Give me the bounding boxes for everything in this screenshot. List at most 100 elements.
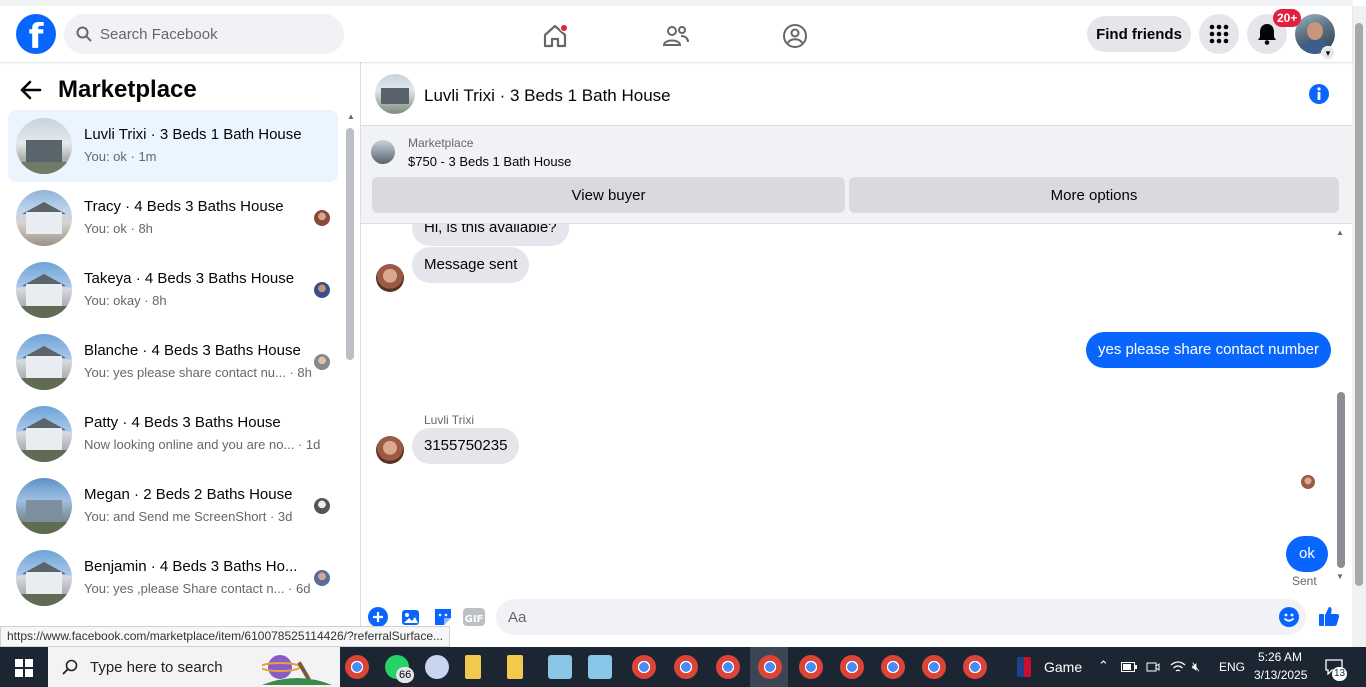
page-title: Marketplace <box>58 76 197 103</box>
plus-icon[interactable] <box>368 607 388 627</box>
link-status-url: https://www.facebook.com/marketplace/ite… <box>0 626 451 647</box>
sender-avatar[interactable] <box>376 264 404 292</box>
scroll-up-arrow[interactable]: ▲ <box>1336 228 1344 237</box>
conversation-item[interactable]: Benjamin · 4 Beds 3 Baths Ho... You: yes… <box>8 542 338 614</box>
chevron-down-icon[interactable]: ▾ <box>1321 46 1335 60</box>
listing-thumbnail <box>16 406 72 462</box>
home-notification-dot <box>560 24 568 32</box>
back-arrow-icon[interactable] <box>20 80 42 100</box>
listing-thumbnail <box>16 190 72 246</box>
chrome-profile-icon[interactable] <box>799 655 823 679</box>
chat-listing-thumbnail[interactable] <box>375 74 415 114</box>
sticker-icon[interactable] <box>433 607 453 627</box>
groups-tab[interactable] <box>777 18 813 54</box>
listing-thumbnail <box>16 478 72 534</box>
more-options-button[interactable]: More options <box>849 177 1339 213</box>
chat-panel: Luvli Trixi · 3 Beds 1 Bath House Market… <box>361 62 1352 647</box>
conversation-preview: You: ok · 8h <box>84 221 153 236</box>
chrome-profile-icon[interactable] <box>758 655 782 679</box>
whatsapp-badge: 66 <box>396 667 415 683</box>
chrome-icon[interactable] <box>345 655 369 679</box>
taskbar-search-placeholder: Type here to search <box>90 658 223 676</box>
message-input[interactable] <box>496 599 1306 635</box>
search-input[interactable] <box>100 25 320 43</box>
page-scrollbar-thumb[interactable] <box>1355 23 1363 586</box>
volume-muted-icon[interactable]: 🔇︎ <box>1192 659 1200 675</box>
conversation-item[interactable]: Patty · 4 Beds 3 Baths House Now looking… <box>8 398 338 470</box>
game-widget-label[interactable]: Game <box>1044 659 1082 675</box>
clock-date[interactable]: 3/13/2025 <box>1254 668 1307 682</box>
sidebar-scrollbar[interactable] <box>346 128 354 360</box>
conversation-preview: You: okay · 8h <box>84 293 167 308</box>
conversation-preview: You: ok · 1m <box>84 149 157 164</box>
emoji-icon[interactable] <box>1279 607 1299 627</box>
conversation-title: Luvli Trixi · 3 Beds 1 Bath House <box>84 126 302 143</box>
message-thread: Hi, is this available? Message sent yes … <box>361 224 1352 589</box>
notification-count: 13 <box>1332 667 1348 681</box>
friends-tab[interactable] <box>658 18 694 54</box>
windows-taskbar: Type here to search 66 Game ⌃ 🔇︎ ENG 5:2… <box>0 647 1366 687</box>
sidebar-header: Marketplace <box>20 76 197 104</box>
app-icon[interactable] <box>548 655 572 679</box>
conversation-title: Benjamin · 4 Beds 3 Baths Ho... <box>84 558 298 575</box>
meet-now-icon[interactable] <box>1146 660 1160 674</box>
windows-start-icon[interactable] <box>15 659 33 677</box>
conversation-item[interactable]: Luvli Trixi · 3 Beds 1 Bath House You: o… <box>8 110 338 182</box>
groups-icon <box>783 24 807 48</box>
chat-title[interactable]: Luvli Trixi · 3 Beds 1 Bath House <box>424 86 671 106</box>
listing-banner: Marketplace $750 - 3 Beds 1 Bath House V… <box>361 126 1352 224</box>
file-explorer-icon-2[interactable] <box>507 655 523 679</box>
like-icon[interactable] <box>1318 605 1340 627</box>
chrome-profile-icon[interactable] <box>963 655 987 679</box>
chrome-profile-icon[interactable] <box>716 655 740 679</box>
taskbar-search[interactable]: Type here to search <box>48 647 340 687</box>
nba-icon[interactable] <box>1017 657 1031 677</box>
chrome-profile-icon[interactable] <box>922 655 946 679</box>
chrome-profile-icon[interactable] <box>881 655 905 679</box>
app-icon-2[interactable] <box>588 655 612 679</box>
conversation-item[interactable]: Takeya · 4 Beds 3 Baths House You: okay … <box>8 254 338 326</box>
search-highlight-icon <box>262 655 332 685</box>
menu-button[interactable] <box>1199 14 1239 54</box>
conversation-item[interactable]: Tracy · 4 Beds 3 Baths House You: ok · 8… <box>8 182 338 254</box>
view-buyer-button[interactable]: View buyer <box>372 177 845 213</box>
search-icon <box>62 659 78 675</box>
listing-thumbnail <box>16 550 72 606</box>
friends-icon <box>662 26 689 46</box>
chat-scrollbar[interactable] <box>1337 392 1345 568</box>
conversation-item[interactable]: Blanche · 4 Beds 3 Baths House You: yes … <box>8 326 338 398</box>
file-explorer-icon[interactable] <box>465 655 481 679</box>
info-icon[interactable] <box>1308 83 1330 105</box>
outgoing-message: ok <box>1286 536 1328 572</box>
wifi-icon[interactable] <box>1170 660 1186 674</box>
scroll-up-arrow[interactable]: ▲ <box>347 112 355 121</box>
conversation-preview: Now looking online and you are no... · 1… <box>84 437 321 452</box>
clock-time[interactable]: 5:26 AM <box>1258 650 1302 664</box>
find-friends-button[interactable]: Find friends <box>1087 16 1191 52</box>
photo-icon[interactable] <box>401 607 421 627</box>
seen-avatar <box>314 498 330 514</box>
chat-header: Luvli Trixi · 3 Beds 1 Bath House <box>361 62 1352 126</box>
gif-icon[interactable]: GIF <box>463 607 485 627</box>
search-icon <box>76 26 92 42</box>
chrome-profile-icon[interactable] <box>840 655 864 679</box>
incoming-message: 3155750235 <box>412 428 520 464</box>
chrome-profile-icon[interactable] <box>674 655 698 679</box>
seen-avatar <box>314 210 330 226</box>
search-box[interactable] <box>64 14 344 54</box>
chevron-up-icon[interactable]: ⌃ <box>1098 658 1109 674</box>
scroll-down-arrow[interactable]: ▼ <box>1336 572 1344 581</box>
chrome-profile-icon[interactable] <box>632 655 656 679</box>
page-scrollbar[interactable] <box>1352 6 1366 647</box>
sender-avatar[interactable] <box>376 436 404 464</box>
listing-thumbnail <box>16 334 72 390</box>
facebook-logo[interactable]: f <box>16 14 56 54</box>
conversation-item[interactable]: Megan · 2 Beds 2 Baths House You: and Se… <box>8 470 338 542</box>
conversation-title: Patty · 4 Beds 3 Baths House <box>84 414 281 431</box>
snipping-tool-icon[interactable] <box>425 655 449 679</box>
grid-menu-icon <box>1209 24 1229 44</box>
listing-price[interactable]: $750 - 3 Beds 1 Bath House <box>408 154 571 169</box>
home-tab[interactable] <box>537 18 573 54</box>
language-indicator[interactable]: ENG <box>1219 660 1245 674</box>
battery-icon[interactable] <box>1121 662 1137 672</box>
